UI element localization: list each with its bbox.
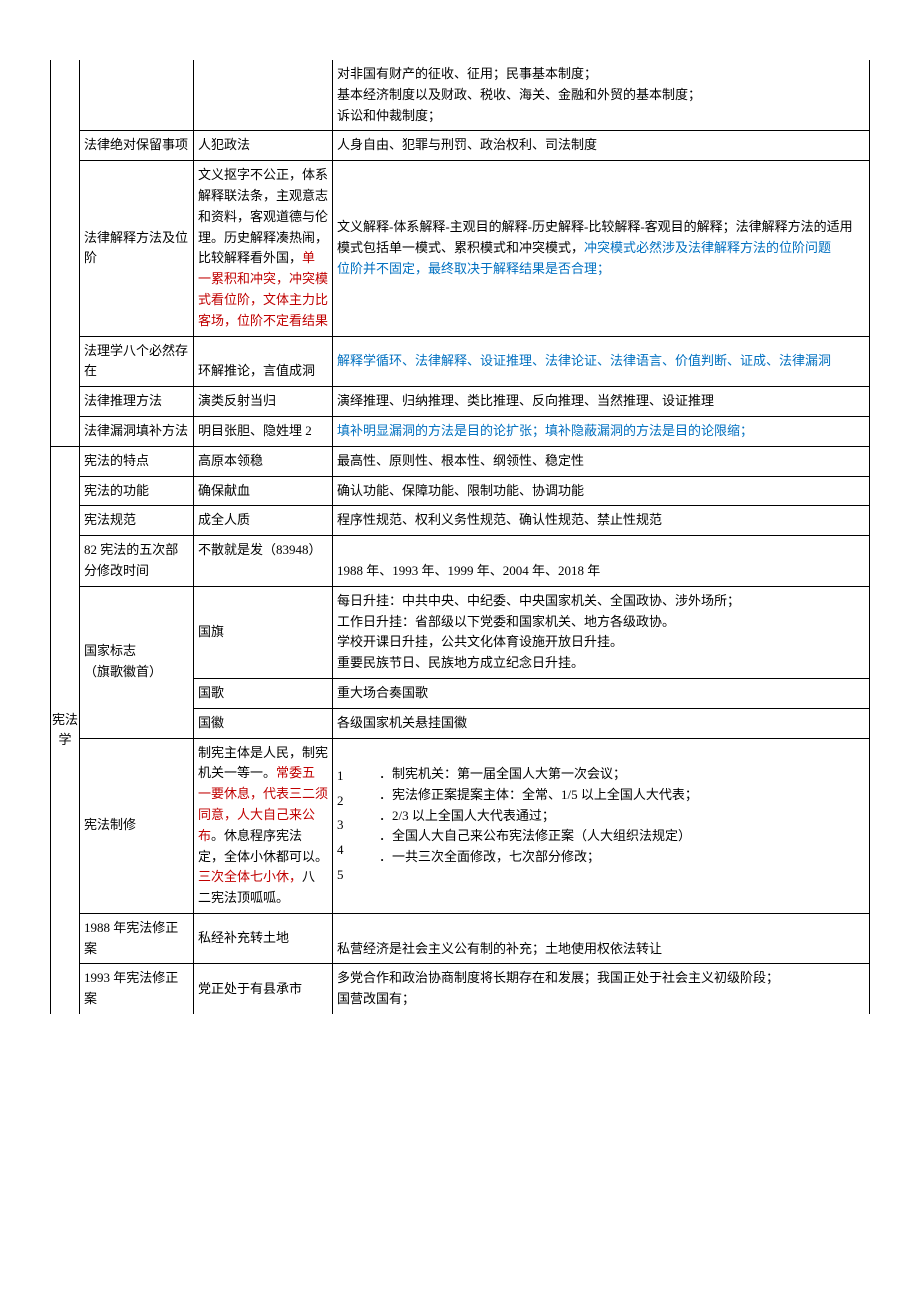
table-row: 宪法学 宪法的特点 高原本领稳 最高性、原则性、根本性、纲领性、稳定性 bbox=[51, 446, 870, 476]
part: 。休息程序宪法定，全体小休都可以。 bbox=[198, 828, 328, 864]
cell-mnemonic: 国旗 bbox=[194, 586, 333, 678]
table-row: 1988 年宪法修正案 私经补充转土地 私营经济是社会主义公有制的补充；土地使用… bbox=[51, 913, 870, 964]
cell-topic bbox=[80, 60, 194, 131]
list-item: ．2/3 以上全国人大代表通过； bbox=[379, 806, 865, 827]
cell-mnemonic: 党正处于有县承市 bbox=[194, 964, 333, 1014]
cell-topic: 82 宪法的五次部分修改时间 bbox=[80, 536, 194, 587]
cell-detail: 确认功能、保障功能、限制功能、协调功能 bbox=[333, 476, 870, 506]
cell-detail: 人身自由、犯罪与刑罚、政治权利、司法制度 bbox=[333, 131, 870, 161]
cell-detail: 各级国家机关悬挂国徽 bbox=[333, 708, 870, 738]
cell-detail: 文义解释-体系解释-主观目的解释-历史解释-比较解释-客观目的解释；法律解释方法… bbox=[333, 161, 870, 336]
cell-detail: 12345 ．制宪机关：第一届全国人大第一次会议； ．宪法修正案提案主体：全常、… bbox=[333, 738, 870, 913]
cell-detail: 重大场合奏国歌 bbox=[333, 678, 870, 708]
cell-mnemonic: 国歌 bbox=[194, 678, 333, 708]
cell-mnemonic: 高原本领稳 bbox=[194, 446, 333, 476]
table-row: 法律推理方法 演类反射当归 演绎推理、归纳推理、类比推理、反向推理、当然推理、设… bbox=[51, 387, 870, 417]
cell-topic: 宪法的功能 bbox=[80, 476, 194, 506]
cell-mnemonic: 制宪主体是人民，制宪机关一等一。常委五一要休息，代表三二须同意，人大自己来公布。… bbox=[194, 738, 333, 913]
cell-detail: 程序性规范、权利义务性规范、确认性规范、禁止性规范 bbox=[333, 506, 870, 536]
cell-mnemonic: 不散就是发（83948） bbox=[194, 536, 333, 587]
cell-topic: 宪法制修 bbox=[80, 738, 194, 913]
cell-detail: 每日升挂：中共中央、中纪委、中央国家机关、全国政协、涉外场所； 工作日升挂：省部… bbox=[333, 586, 870, 678]
cell-detail: 演绎推理、归纳推理、类比推理、反向推理、当然推理、设证推理 bbox=[333, 387, 870, 417]
cell-topic: 法律推理方法 bbox=[80, 387, 194, 417]
table-row: 1993 年宪法修正案 党正处于有县承市 多党合作和政治协商制度将长期存在和发展… bbox=[51, 964, 870, 1014]
cell-topic: 宪法规范 bbox=[80, 506, 194, 536]
cell-detail: 解释学循环、法律解释、设证推理、法律论证、法律语言、价值判断、证成、法律漏洞 bbox=[333, 336, 870, 387]
cell-mnemonic: 人犯政法 bbox=[194, 131, 333, 161]
cell-topic: 法律漏洞填补方法 bbox=[80, 416, 194, 446]
table-row: 法律绝对保留事项 人犯政法 人身自由、犯罪与刑罚、政治权利、司法制度 bbox=[51, 131, 870, 161]
table-row: 法律漏洞填补方法 明目张胆、隐姓埋 2 填补明显漏洞的方法是目的论扩张；填补隐蔽… bbox=[51, 416, 870, 446]
cell-detail: 多党合作和政治协商制度将长期存在和发展；我国正处于社会主义初级阶段； 国营改国有… bbox=[333, 964, 870, 1014]
list-item: ．宪法修正案提案主体：全常、1/5 以上全国人大代表； bbox=[379, 785, 865, 806]
list-item: ．制宪机关：第一届全国人大第一次会议； bbox=[379, 764, 865, 785]
cell-topic: 1988 年宪法修正案 bbox=[80, 913, 194, 964]
list-item: ．一共三次全面修改，七次部分修改； bbox=[379, 847, 865, 868]
part: 位阶并不固定，最终取决于解释结果是否合理； bbox=[337, 261, 610, 276]
part: 冲突模式必然涉及法律解释方法的位阶问题 bbox=[584, 240, 831, 255]
cell-mnemonic: 演类反射当归 bbox=[194, 387, 333, 417]
cell-mnemonic: 国徽 bbox=[194, 708, 333, 738]
part: 三次全体七小休， bbox=[198, 869, 302, 884]
table-row: 宪法规范 成全人质 程序性规范、权利义务性规范、确认性规范、禁止性规范 bbox=[51, 506, 870, 536]
table-row: 对非国有财产的征收、征用；民事基本制度； 基本经济制度以及财政、税收、海关、金融… bbox=[51, 60, 870, 131]
cell-detail: 对非国有财产的征收、征用；民事基本制度； 基本经济制度以及财政、税收、海关、金融… bbox=[333, 60, 870, 131]
part: 填补明显漏洞的方法是目的论扩张；填补隐蔽漏洞的方法是目的论限缩； bbox=[337, 423, 753, 438]
cell-topic: 法律解释方法及位阶 bbox=[80, 161, 194, 336]
cell-topic: 法理学八个必然存在 bbox=[80, 336, 194, 387]
cell-detail: 填补明显漏洞的方法是目的论扩张；填补隐蔽漏洞的方法是目的论限缩； bbox=[333, 416, 870, 446]
table-row: 宪法的功能 确保献血 确认功能、保障功能、限制功能、协调功能 bbox=[51, 476, 870, 506]
cell-mnemonic bbox=[194, 60, 333, 131]
cell-topic: 宪法的特点 bbox=[80, 446, 194, 476]
study-table: 对非国有财产的征收、征用；民事基本制度； 基本经济制度以及财政、税收、海关、金融… bbox=[50, 60, 870, 1014]
cell-mnemonic: 私经补充转土地 bbox=[194, 913, 333, 964]
table-row: 82 宪法的五次部分修改时间 不散就是发（83948） 1988 年、1993 … bbox=[51, 536, 870, 587]
table-row: 法律解释方法及位阶 文义抠字不公正，体系解释联法条，主观意志和资料，客观道德与伦… bbox=[51, 161, 870, 336]
cell-mnemonic: 文义抠字不公正，体系解释联法条，主观意志和资料，客观道德与伦理。历史解释凑热闹，… bbox=[194, 161, 333, 336]
cell-detail: 最高性、原则性、根本性、纲领性、稳定性 bbox=[333, 446, 870, 476]
cell-topic: 国家标志 （旗歌徽首） bbox=[80, 586, 194, 738]
table-row: 国家标志 （旗歌徽首） 国旗 每日升挂：中共中央、中纪委、中央国家机关、全国政协… bbox=[51, 586, 870, 678]
category-cell-constitution: 宪法学 bbox=[51, 446, 80, 1014]
cell-topic: 1993 年宪法修正案 bbox=[80, 964, 194, 1014]
cell-detail: 私营经济是社会主义公有制的补充；土地使用权依法转让 bbox=[333, 913, 870, 964]
category-cell-blank bbox=[51, 60, 80, 446]
cell-mnemonic: 成全人质 bbox=[194, 506, 333, 536]
cell-topic: 法律绝对保留事项 bbox=[80, 131, 194, 161]
cell-detail: 1988 年、1993 年、1999 年、2004 年、2018 年 bbox=[333, 536, 870, 587]
cell-mnemonic: 确保献血 bbox=[194, 476, 333, 506]
table-row: 法理学八个必然存在 环解推论，言值成洞 解释学循环、法律解释、设证推理、法律论证… bbox=[51, 336, 870, 387]
part: 解释学循环、法律解释、设证推理、法律论证、法律语言、价值判断、证成、法律漏洞 bbox=[337, 353, 831, 368]
table-row: 宪法制修 制宪主体是人民，制宪机关一等一。常委五一要休息，代表三二须同意，人大自… bbox=[51, 738, 870, 913]
cell-mnemonic: 明目张胆、隐姓埋 2 bbox=[194, 416, 333, 446]
cell-mnemonic: 环解推论，言值成洞 bbox=[194, 336, 333, 387]
list-item: ．全国人大自己来公布宪法修正案（人大组织法规定） bbox=[379, 826, 865, 847]
